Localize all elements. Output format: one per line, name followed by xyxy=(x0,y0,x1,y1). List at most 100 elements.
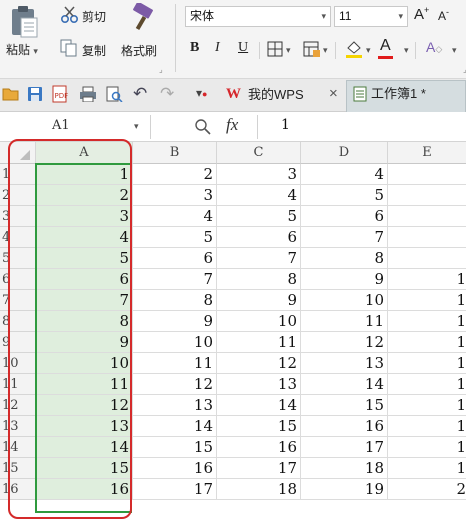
cell-d[interactable]: 13 xyxy=(301,353,388,374)
cell-c[interactable]: 13 xyxy=(217,374,301,395)
cell-a[interactable]: 6 xyxy=(36,269,133,290)
cell-b[interactable]: 12 xyxy=(133,374,217,395)
close-tab-icon[interactable]: × xyxy=(329,85,338,102)
row-header[interactable]: 4 xyxy=(0,227,36,248)
cell-c[interactable]: 4 xyxy=(217,185,301,206)
cell-a[interactable]: 15 xyxy=(36,458,133,479)
cell-b[interactable]: 13 xyxy=(133,395,217,416)
row-header[interactable]: 6 xyxy=(0,269,36,290)
cell-e[interactable]: 1 xyxy=(388,353,466,374)
paste-dropdown-icon[interactable]: ▾ xyxy=(33,46,38,56)
font-size-select[interactable]: 11 ▾ xyxy=(334,6,408,27)
row-header[interactable]: 15 xyxy=(0,458,36,479)
cell-b[interactable]: 10 xyxy=(133,332,217,353)
cell-c[interactable]: 12 xyxy=(217,353,301,374)
cell-e[interactable]: 1 xyxy=(388,437,466,458)
paste-button[interactable]: 粘贴 ▾ xyxy=(6,41,38,58)
cell-b[interactable]: 9 xyxy=(133,311,217,332)
tab-my-wps[interactable]: 我的WPS xyxy=(248,84,304,106)
open-folder-icon[interactable] xyxy=(2,86,20,102)
cell-b[interactable]: 6 xyxy=(133,248,217,269)
cell-c[interactable]: 6 xyxy=(217,227,301,248)
cell-a[interactable]: 12 xyxy=(36,395,133,416)
cell-e[interactable]: 1 xyxy=(388,311,466,332)
row-header[interactable]: 2 xyxy=(0,185,36,206)
cell-d[interactable]: 7 xyxy=(301,227,388,248)
cell-e[interactable]: 1 xyxy=(388,458,466,479)
cell-b[interactable]: 8 xyxy=(133,290,217,311)
bold-button[interactable]: B xyxy=(190,40,199,56)
cell-d[interactable]: 10 xyxy=(301,290,388,311)
cell-d[interactable]: 14 xyxy=(301,374,388,395)
cell-e[interactable] xyxy=(388,164,466,185)
fill-color-icon[interactable] xyxy=(344,39,364,59)
cell-b[interactable]: 17 xyxy=(133,479,217,500)
cell-e[interactable] xyxy=(388,248,466,269)
cell-c[interactable]: 15 xyxy=(217,416,301,437)
cell-d[interactable]: 8 xyxy=(301,248,388,269)
cell-d[interactable]: 12 xyxy=(301,332,388,353)
cell-d[interactable]: 6 xyxy=(301,206,388,227)
cell-d[interactable]: 16 xyxy=(301,416,388,437)
column-header-c[interactable]: C xyxy=(217,142,301,164)
format-painter-icon[interactable] xyxy=(128,3,158,33)
cell-a[interactable]: 16 xyxy=(36,479,133,500)
dialog-launcher-icon[interactable]: ⌟ xyxy=(159,65,163,74)
cell-b[interactable]: 16 xyxy=(133,458,217,479)
column-header-e[interactable]: E xyxy=(388,142,466,164)
cell-c[interactable]: 5 xyxy=(217,206,301,227)
cell-b[interactable]: 7 xyxy=(133,269,217,290)
cell-e[interactable]: 1 xyxy=(388,290,466,311)
cell-e[interactable] xyxy=(388,185,466,206)
cell-e[interactable]: 1 xyxy=(388,269,466,290)
fx-icon[interactable]: fx xyxy=(226,115,238,135)
cell-e[interactable] xyxy=(388,206,466,227)
cell-a[interactable]: 14 xyxy=(36,437,133,458)
cell-c[interactable]: 16 xyxy=(217,437,301,458)
row-header[interactable]: 5 xyxy=(0,248,36,269)
cell-e[interactable]: 1 xyxy=(388,416,466,437)
print-icon[interactable] xyxy=(79,86,97,102)
copy-button[interactable]: 复制 xyxy=(82,42,106,59)
cell-a[interactable]: 13 xyxy=(36,416,133,437)
border-icon[interactable] xyxy=(267,41,283,57)
cell-d[interactable]: 11 xyxy=(301,311,388,332)
cell-e[interactable]: 1 xyxy=(388,374,466,395)
cell-a[interactable]: 11 xyxy=(36,374,133,395)
cell-a[interactable]: 8 xyxy=(36,311,133,332)
cell-d[interactable]: 4 xyxy=(301,164,388,185)
clear-format-button[interactable]: A◇ xyxy=(426,39,442,55)
cell-c[interactable]: 14 xyxy=(217,395,301,416)
cell-b[interactable]: 11 xyxy=(133,353,217,374)
name-box[interactable]: A1 ▾ xyxy=(18,116,144,137)
cell-d[interactable]: 9 xyxy=(301,269,388,290)
cell-a[interactable]: 2 xyxy=(36,185,133,206)
cut-button[interactable]: 剪切 xyxy=(82,8,106,25)
merge-cells-icon[interactable] xyxy=(303,41,321,57)
cell-c[interactable]: 8 xyxy=(217,269,301,290)
row-header[interactable]: 7 xyxy=(0,290,36,311)
row-header[interactable]: 9 xyxy=(0,332,36,353)
chevron-down-icon[interactable]: ▾ xyxy=(366,45,371,56)
shrink-font-button[interactable]: A- xyxy=(438,7,449,23)
chevron-down-icon[interactable]: ▾ xyxy=(452,45,457,56)
select-all-corner[interactable] xyxy=(0,142,36,164)
print-preview-icon[interactable] xyxy=(105,86,123,102)
cell-b[interactable]: 14 xyxy=(133,416,217,437)
italic-button[interactable]: I xyxy=(215,40,220,56)
cell-b[interactable]: 4 xyxy=(133,206,217,227)
cell-c[interactable]: 17 xyxy=(217,458,301,479)
cell-a[interactable]: 7 xyxy=(36,290,133,311)
cell-e[interactable]: 1 xyxy=(388,332,466,353)
cell-b[interactable]: 15 xyxy=(133,437,217,458)
cell-d[interactable]: 19 xyxy=(301,479,388,500)
customize-qat-icon[interactable]: ▾● xyxy=(196,86,207,100)
row-header[interactable]: 3 xyxy=(0,206,36,227)
formula-input[interactable]: 1 xyxy=(281,117,290,133)
row-header[interactable]: 1 xyxy=(0,164,36,185)
chevron-down-icon[interactable]: ▾ xyxy=(286,45,291,56)
cell-c[interactable]: 3 xyxy=(217,164,301,185)
row-header[interactable]: 11 xyxy=(0,374,36,395)
redo-icon[interactable]: ↷ xyxy=(160,84,174,104)
cell-a[interactable]: 4 xyxy=(36,227,133,248)
